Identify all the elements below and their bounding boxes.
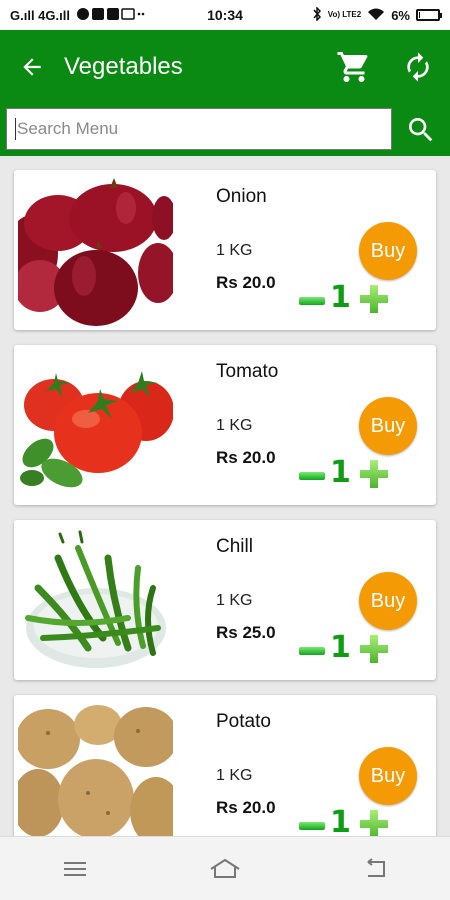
buy-button[interactable]: Buy [359, 747, 417, 805]
potato-image [18, 703, 173, 836]
menu-button[interactable] [35, 844, 115, 894]
buy-button[interactable]: Buy [359, 397, 417, 455]
network-badge: Vo) LTE2 [327, 10, 362, 19]
arrow-left-icon [23, 58, 41, 76]
cart-icon [337, 52, 368, 82]
increment-button[interactable] [360, 810, 388, 836]
app-bar: Vegetables [0, 30, 450, 104]
home-icon [210, 858, 240, 878]
notification-icons [76, 7, 146, 24]
search-bar: Search Menu [0, 104, 450, 156]
product-quantity: 1 KG [216, 242, 253, 259]
search-button[interactable] [392, 104, 450, 156]
menu-icon [64, 861, 86, 876]
buy-button[interactable]: Buy [359, 572, 417, 630]
buy-button[interactable]: Buy [359, 222, 417, 280]
product-name: Tomato [216, 361, 279, 382]
product-list: Onion 1 KG Rs 20.0 Buy 1 Tomato 1 KG Rs … [0, 156, 450, 836]
status-right: Vo) LTE2 6% [270, 5, 442, 24]
product-card[interactable]: Tomato 1 KG Rs 20.0 Buy 1 [14, 345, 436, 505]
quantity-count: 1 [330, 280, 351, 315]
product-name: Onion [216, 186, 267, 207]
product-card[interactable]: Onion 1 KG Rs 20.0 Buy 1 [14, 170, 436, 330]
refresh-icon [407, 52, 429, 82]
product-quantity: 1 KG [216, 592, 253, 609]
quantity-count: 1 [330, 630, 351, 665]
signal-text: G.ıll 4G.ıll [10, 7, 70, 23]
back-button[interactable] [0, 30, 64, 104]
product-card[interactable]: Chill 1 KG Rs 25.0 Buy 1 [14, 520, 436, 680]
search-input[interactable]: Search Menu [6, 108, 392, 150]
chilli-image [18, 528, 173, 678]
increment-button[interactable] [360, 285, 388, 313]
quantity-count: 1 [330, 805, 351, 836]
quantity-count: 1 [330, 455, 351, 490]
onion-image [18, 178, 173, 328]
back-nav-button[interactable] [335, 844, 415, 894]
decrement-button[interactable] [299, 472, 325, 480]
decrement-button[interactable] [299, 647, 325, 655]
tomato-image [18, 353, 173, 503]
decrement-button[interactable] [299, 822, 325, 830]
status-time: 10:34 [207, 7, 243, 23]
battery-percent: 6% [391, 7, 410, 23]
wifi-icon [367, 7, 385, 24]
product-name: Potato [216, 711, 271, 732]
back-icon [367, 857, 385, 877]
bluetooth-icon [312, 5, 322, 24]
system-nav-bar [0, 836, 450, 900]
product-price: Rs 20.0 [216, 273, 276, 292]
product-price: Rs 20.0 [216, 448, 276, 467]
cart-button[interactable] [322, 30, 386, 104]
product-price: Rs 20.0 [216, 798, 276, 817]
product-name: Chill [216, 536, 253, 557]
home-button[interactable] [185, 844, 265, 894]
battery-fill [419, 12, 420, 18]
battery-icon [416, 9, 442, 21]
status-bar: G.ıll 4G.ıll 10:34 Vo) LTE2 6% [0, 0, 450, 30]
search-icon [409, 118, 433, 142]
increment-button[interactable] [360, 460, 388, 488]
product-price: Rs 25.0 [216, 623, 276, 642]
product-quantity: 1 KG [216, 417, 253, 434]
increment-button[interactable] [360, 635, 388, 663]
product-quantity: 1 KG [216, 767, 253, 784]
refresh-button[interactable] [386, 30, 450, 104]
page-title: Vegetables [64, 53, 183, 80]
decrement-button[interactable] [299, 297, 325, 305]
status-left: G.ıll 4G.ıll [10, 7, 180, 24]
product-card[interactable]: Potato 1 KG Rs 20.0 Buy 1 [14, 695, 436, 836]
